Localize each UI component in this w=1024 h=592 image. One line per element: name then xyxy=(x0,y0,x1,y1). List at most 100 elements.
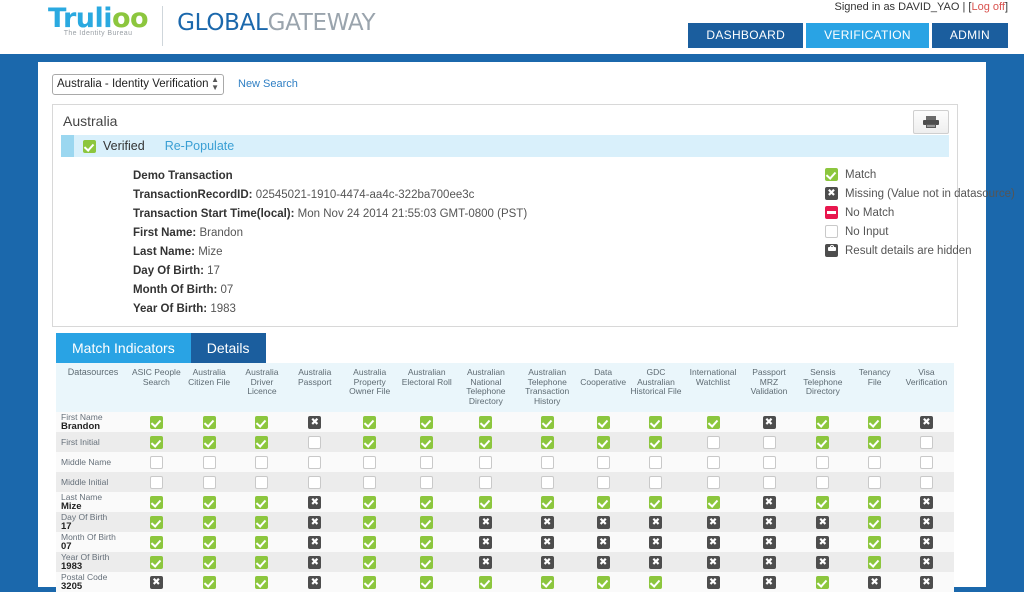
day-of-birth-value: 17 xyxy=(207,265,220,277)
verified-label: Verified xyxy=(103,139,145,153)
empty-box-icon xyxy=(649,475,663,489)
empty-box-icon xyxy=(420,455,434,469)
match-cell xyxy=(898,472,954,492)
empty-box-icon xyxy=(308,475,322,489)
match-cell xyxy=(398,412,456,432)
match-cell xyxy=(182,452,236,472)
legend-row-nomatch: No Match xyxy=(825,203,1024,222)
column-header-5: Australia Property Owner File xyxy=(341,363,399,412)
first-name-field: First Name: Brandon xyxy=(133,227,243,239)
transaction-start-time: Transaction Start Time(local): Mon Nov 2… xyxy=(133,208,528,220)
match-cell xyxy=(850,432,899,452)
empty-box-icon xyxy=(149,475,163,489)
column-header-15: Visa Verification xyxy=(898,363,954,412)
match-cell: ✖ xyxy=(795,532,851,552)
match-cell: ✖ xyxy=(288,532,342,552)
row-label: Day Of Birth 17 xyxy=(56,512,130,532)
empty-box-icon xyxy=(762,455,776,469)
signed-in-bracket: ] xyxy=(1004,1,1008,13)
logo-text-gateway: GATEWAY xyxy=(267,10,376,36)
transaction-record-id-value: 02545021-1910-4474-aa4c-322ba700ee3c xyxy=(255,189,475,201)
day-of-birth-field: Day Of Birth: 17 xyxy=(133,265,220,277)
page-container: Australia - Identity Verification ▲ ▼ New… xyxy=(38,62,1015,592)
match-cell xyxy=(182,472,236,492)
dark-x-icon: ✖ xyxy=(308,535,322,549)
print-button[interactable] xyxy=(913,110,949,134)
empty-box-icon xyxy=(255,475,269,489)
nav-admin[interactable]: ADMIN xyxy=(931,23,1008,48)
row-label-text: Middle Name xyxy=(61,457,112,467)
green-check-icon xyxy=(363,495,377,509)
match-cell xyxy=(850,552,899,572)
tab-details[interactable]: Details xyxy=(190,333,266,363)
first-name-value: Brandon xyxy=(199,227,243,239)
match-cell: ✖ xyxy=(742,492,796,512)
dark-x-icon: ✖ xyxy=(649,535,663,549)
empty-box-icon xyxy=(706,435,720,449)
legend-row-hidden: Result details are hidden xyxy=(825,241,1024,260)
match-cell: ✖ xyxy=(288,512,342,532)
match-cell xyxy=(182,552,236,572)
tab-match-indicators[interactable]: Match Indicators xyxy=(56,333,191,363)
logo-text-global: GLOBAL xyxy=(177,10,268,36)
printer-icon xyxy=(923,116,939,128)
dark-x-icon: ✖ xyxy=(919,495,933,509)
match-cell: ✖ xyxy=(577,552,629,572)
nav-verification[interactable]: VERIFICATION xyxy=(806,23,929,48)
legend-label: No Input xyxy=(845,225,889,238)
column-header-10: GDC Australian Historical File xyxy=(628,363,684,412)
match-cell xyxy=(341,572,399,592)
match-cell xyxy=(341,512,399,532)
match-cell xyxy=(235,412,289,432)
empty-box-icon xyxy=(202,455,216,469)
dark-x-icon: ✖ xyxy=(540,515,554,529)
re-populate-link[interactable]: Re-Populate xyxy=(165,139,235,153)
match-cell: ✖ xyxy=(898,412,954,432)
verified-check-icon xyxy=(83,139,96,153)
country-service-select[interactable]: Australia - Identity Verification ▲ ▼ xyxy=(52,73,224,95)
row-label: Postal Code 3205 xyxy=(56,572,130,592)
match-cell xyxy=(683,452,743,472)
match-cell xyxy=(577,472,629,492)
green-check-icon xyxy=(363,535,377,549)
table-row: Postal Code 3205 ✖ ✖ ✖ ✖ ✖ ✖ xyxy=(56,572,954,592)
green-check-icon xyxy=(649,435,663,449)
match-cell xyxy=(742,472,796,492)
green-check-icon xyxy=(255,495,269,509)
match-indicators-table: Datasources ASIC People Search Australia C… xyxy=(56,363,954,592)
match-cell xyxy=(235,552,289,572)
match-cell xyxy=(341,412,399,432)
match-cell xyxy=(398,472,456,492)
logo-divider xyxy=(162,6,164,46)
empty-box-icon xyxy=(762,475,776,489)
legend-row-missing: ✖ Missing (Value not in datasource) xyxy=(825,184,1024,203)
row-label: Month Of Birth 07 xyxy=(56,532,130,552)
match-cell xyxy=(516,452,578,472)
match-cell: ✖ xyxy=(795,512,851,532)
match-cell: ✖ xyxy=(898,572,954,592)
match-cell xyxy=(235,572,289,592)
last-name-value: Mize xyxy=(198,246,223,258)
signed-in-text: Signed in as DAVID_YAO | [ xyxy=(834,1,972,13)
log-off-link[interactable]: Log off xyxy=(971,1,1004,13)
green-check-icon xyxy=(363,555,377,569)
green-check-icon xyxy=(420,515,434,529)
legend-label: Result details are hidden xyxy=(845,244,972,257)
green-check-icon xyxy=(596,415,610,429)
green-check-icon xyxy=(706,495,720,509)
nav-dashboard[interactable]: DASHBOARD xyxy=(688,23,804,48)
dark-x-icon: ✖ xyxy=(649,515,663,529)
legend-row-noinput: No Input xyxy=(825,222,1024,241)
dark-x-icon: ✖ xyxy=(762,415,776,429)
row-label-value: Mize xyxy=(61,501,82,512)
new-search-link[interactable]: New Search xyxy=(238,78,298,90)
main-navigation: DASHBOARD VERIFICATION ADMIN xyxy=(688,23,1008,48)
match-cell xyxy=(628,452,684,472)
top-header: Trulioo The Identity Bureau GLOBALGATEWA… xyxy=(0,0,1024,54)
column-header-8: Australian Telephone Transaction History xyxy=(516,363,578,412)
result-tabs: Match Indicators Details xyxy=(56,333,958,363)
green-check-icon xyxy=(149,435,163,449)
match-cell xyxy=(577,412,629,432)
empty-box-icon xyxy=(363,475,377,489)
dark-x-icon: ✖ xyxy=(706,555,720,569)
